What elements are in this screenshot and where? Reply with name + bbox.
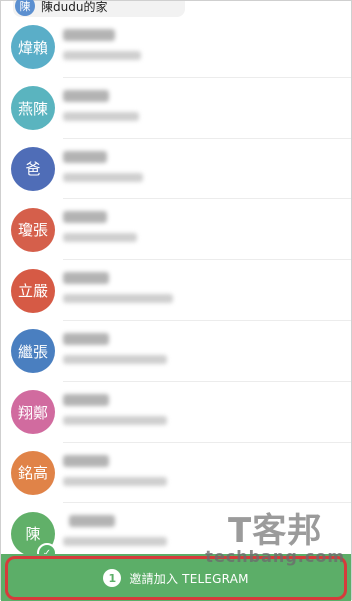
blurred-detail: [63, 172, 143, 182]
blurred-detail: [63, 354, 167, 364]
contact-info: [63, 25, 351, 69]
contact-info: [63, 329, 351, 373]
blurred-detail: [63, 51, 141, 60]
blurred-name: [69, 515, 115, 528]
chip-label: 陳dudu的家: [41, 0, 108, 14]
blurred-detail: [63, 294, 173, 304]
contact-avatar: 燕陳: [11, 86, 55, 131]
blurred-name: [63, 393, 109, 406]
contact-avatar: 爸: [11, 146, 55, 191]
contact-row[interactable]: 爸: [1, 139, 351, 200]
blurred-detail: [63, 415, 167, 425]
contact-avatar: 立嚴: [11, 268, 55, 313]
contact-info: [63, 268, 351, 312]
contact-avatar: 銘高: [11, 450, 55, 495]
blurred-detail: [63, 233, 137, 243]
blurred-detail: [63, 476, 167, 486]
blurred-name: [63, 272, 109, 285]
blurred-detail: [63, 537, 167, 547]
blurred-name: [63, 211, 107, 224]
contact-info: [63, 451, 351, 495]
chip-avatar: 陳: [15, 0, 35, 16]
contact-row[interactable]: 燕陳: [1, 78, 351, 139]
current-chat-chip: 陳 陳dudu的家: [13, 0, 185, 17]
contact-row[interactable]: 立嚴: [1, 260, 351, 321]
contact-row[interactable]: 繼張: [1, 321, 351, 382]
selected-count-badge: 1: [103, 569, 122, 587]
contact-avatar: 煒賴: [11, 25, 55, 70]
contact-info: [63, 390, 351, 434]
blurred-name: [63, 89, 109, 102]
contact-avatar: 瓊張: [11, 207, 55, 252]
contact-info: [63, 511, 351, 555]
contact-avatar: 翔鄭: [11, 390, 55, 435]
contact-row[interactable]: 瓊張: [1, 199, 351, 261]
invite-button-label: 邀請加入 TELEGRAM: [129, 571, 249, 586]
contact-avatar: 繼張: [11, 329, 55, 374]
contact-row[interactable]: 銘高: [1, 443, 351, 504]
blurred-name: [63, 454, 109, 467]
contact-info: [63, 147, 351, 191]
contact-row[interactable]: 翔鄭: [1, 382, 351, 443]
invite-to-telegram-button[interactable]: 1 邀請加入 TELEGRAM: [5, 556, 347, 600]
contact-info: [63, 207, 351, 251]
blurred-name: [63, 29, 115, 41]
blurred-detail: [63, 111, 139, 121]
blurred-name: [63, 332, 109, 345]
contact-list: 煒賴 燕陳 爸 瓊張 立嚴 繼張 翔鄭 銘高 陳: [1, 17, 351, 564]
blurred-name: [63, 150, 107, 163]
contact-info: [63, 86, 351, 130]
contact-row[interactable]: 煒賴: [1, 17, 351, 78]
